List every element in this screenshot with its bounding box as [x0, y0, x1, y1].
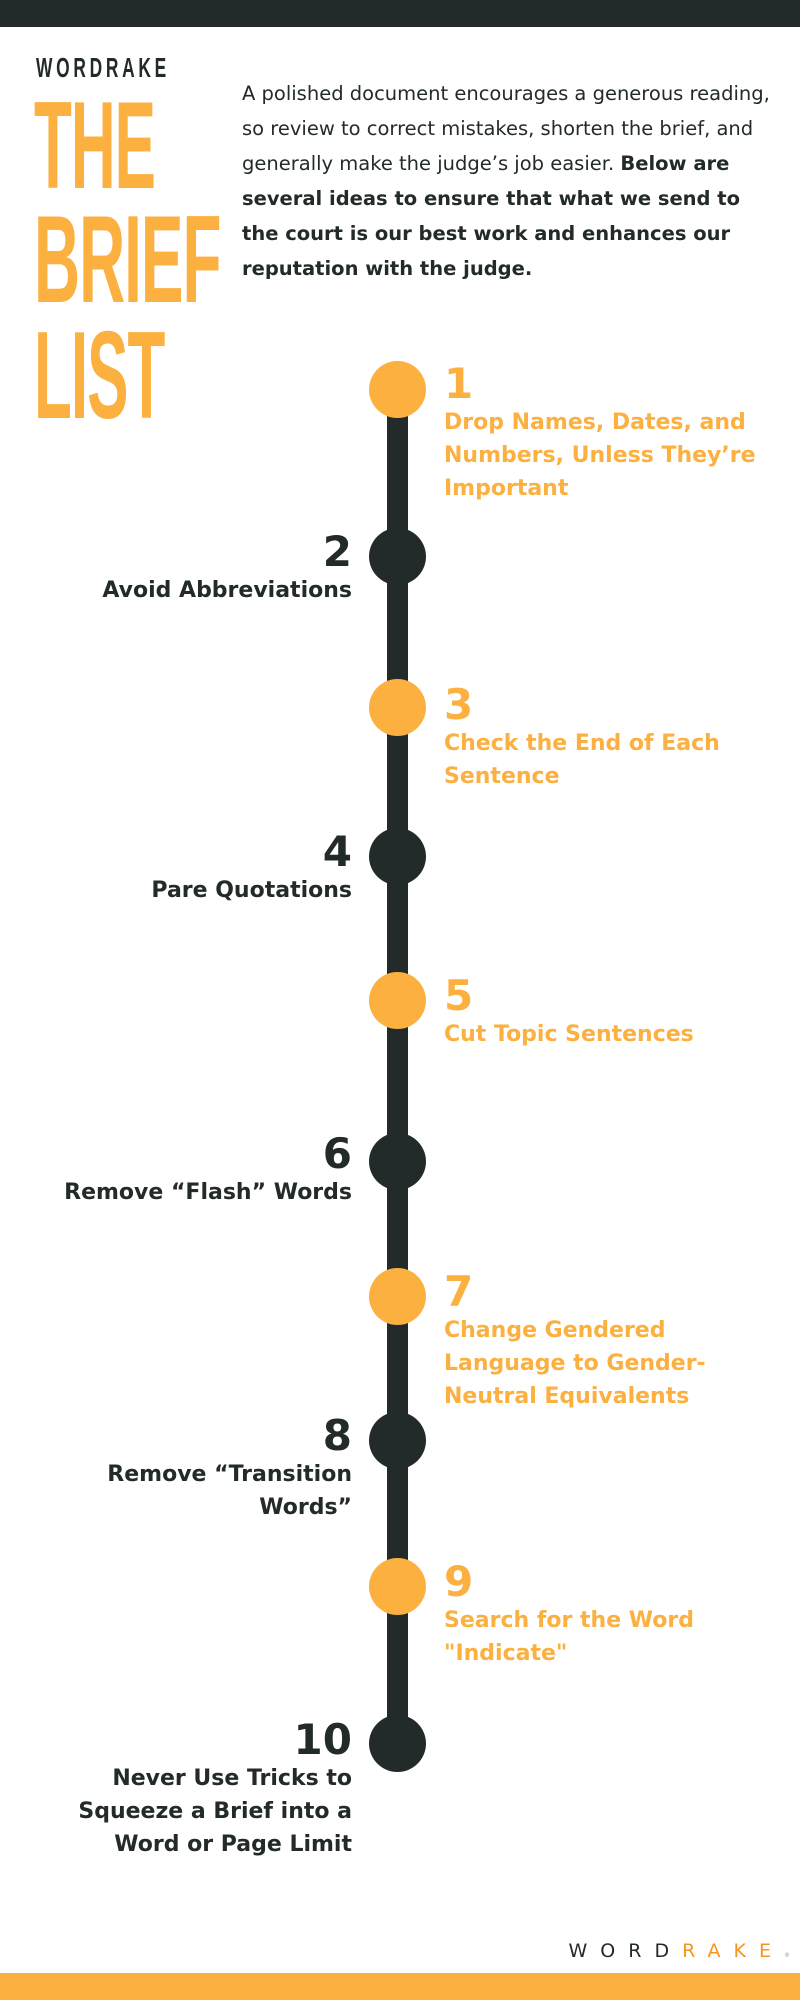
title-line-brief: BRIEF: [34, 191, 221, 329]
item-label: Pare Quotations: [151, 878, 352, 903]
item-label: Drop Names, Dates, and Numbers, Unless T…: [444, 410, 756, 501]
intro-paragraph: A polished document encourages a generou…: [242, 76, 772, 286]
item-number: 10: [293, 1715, 352, 1764]
list-item-1: 1 Drop Names, Dates, and Numbers, Unless…: [444, 362, 774, 505]
list-item-4: 4 Pare Quotations: [22, 830, 352, 907]
footer-logo-word: WORD: [568, 1940, 683, 1962]
title-line-list: LIST: [34, 307, 165, 445]
timeline-node-7: [369, 1268, 426, 1325]
timeline-spine: [387, 389, 408, 1743]
top-bar: [0, 0, 800, 27]
footer-logo: WORDRAKE®: [569, 1940, 790, 1962]
timeline-node-5: [369, 972, 426, 1029]
item-label: Avoid Abbreviations: [102, 578, 352, 603]
item-label: Change Gendered Language to Gender-Neutr…: [444, 1318, 706, 1409]
item-number: 4: [322, 827, 352, 876]
item-number: 1: [444, 359, 474, 408]
item-label: Cut Topic Sentences: [444, 1022, 694, 1047]
item-label: Remove “Transition Words”: [107, 1462, 352, 1520]
list-item-6: 6 Remove “Flash” Words: [22, 1132, 352, 1209]
timeline-node-9: [369, 1558, 426, 1615]
timeline-node-6: [369, 1133, 426, 1190]
list-item-3: 3 Check the End of Each Sentence: [444, 683, 774, 793]
list-item-5: 5 Cut Topic Sentences: [444, 974, 774, 1051]
item-number: 6: [322, 1129, 352, 1178]
timeline-node-8: [369, 1412, 426, 1469]
bottom-bar: [0, 1973, 800, 2000]
timeline-node-10: [369, 1715, 426, 1772]
title-line-the: THE: [34, 77, 156, 215]
footer-logo-rake: RAKE: [682, 1940, 784, 1962]
timeline-node-4: [369, 828, 426, 885]
timeline-node-3: [369, 679, 426, 736]
item-number: 2: [322, 527, 352, 576]
list-item-7: 7 Change Gendered Language to Gender-Neu…: [444, 1270, 774, 1413]
item-label: Remove “Flash” Words: [64, 1180, 352, 1205]
list-item-8: 8 Remove “Transition Words”: [22, 1414, 352, 1524]
item-number: 7: [444, 1267, 474, 1316]
item-number: 9: [444, 1557, 474, 1606]
item-label: Search for the Word "Indicate": [444, 1608, 694, 1666]
item-label: Never Use Tricks to Squeeze a Brief into…: [78, 1766, 352, 1857]
item-number: 5: [444, 971, 474, 1020]
timeline-node-2: [369, 528, 426, 585]
item-number: 3: [444, 680, 474, 729]
timeline-node-1: [369, 361, 426, 418]
list-item-9: 9 Search for the Word "Indicate": [444, 1560, 774, 1670]
item-label: Check the End of Each Sentence: [444, 731, 720, 789]
list-item-10: 10 Never Use Tricks to Squeeze a Brief i…: [22, 1718, 352, 1861]
trademark-symbol: ®: [784, 1952, 790, 1959]
item-number: 8: [322, 1411, 352, 1460]
list-item-2: 2 Avoid Abbreviations: [22, 530, 352, 607]
